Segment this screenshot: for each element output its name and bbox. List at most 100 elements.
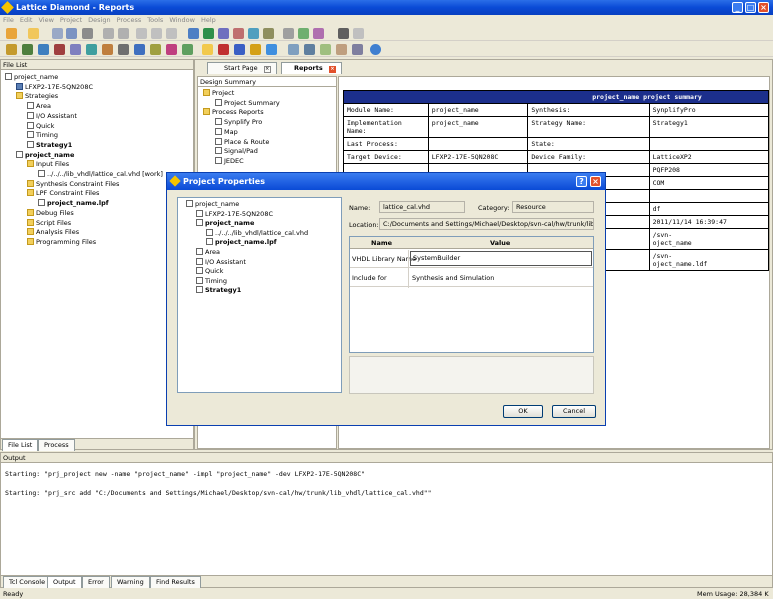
tool-f-icon[interactable] (86, 44, 97, 55)
paste-icon[interactable] (166, 28, 177, 39)
tool-g-icon[interactable] (102, 44, 113, 55)
close-button[interactable]: × (758, 2, 769, 13)
tool-b-icon[interactable] (22, 44, 33, 55)
tree-item[interactable]: Debug Files (27, 208, 74, 218)
tree-item[interactable]: project_name (5, 73, 58, 82)
tab-warning[interactable]: Warning (111, 576, 150, 588)
tool-t-icon[interactable] (320, 44, 331, 55)
tool-n-icon[interactable] (218, 44, 229, 55)
menu-window[interactable]: Window (166, 15, 198, 25)
tree-item[interactable]: Quick (196, 267, 223, 276)
tool-h-icon[interactable] (118, 44, 129, 55)
tab-tcl-console[interactable]: Tcl Console (3, 576, 52, 588)
menu-file[interactable]: File (0, 15, 17, 25)
tree-item[interactable]: Strategy1 (27, 140, 72, 150)
tool-l-icon[interactable] (182, 44, 193, 55)
redo-icon[interactable] (118, 28, 129, 39)
tree-item[interactable]: Timing (196, 276, 227, 286)
tab-close-icon[interactable]: × (263, 66, 271, 73)
cancel-button[interactable]: Cancel (552, 405, 596, 418)
tab-close-icon[interactable]: × (328, 66, 336, 73)
tree-item[interactable]: project_name (196, 219, 254, 228)
tree-item[interactable]: Input Files (27, 160, 69, 169)
tool-j-icon[interactable] (150, 44, 161, 55)
tree-item[interactable]: LPF Constraint Files (27, 189, 99, 198)
tree-item[interactable]: LFXP2-17E-5QN208C (16, 82, 93, 92)
tree-item[interactable]: Project (203, 89, 234, 98)
menu-edit[interactable]: Edit (17, 15, 36, 25)
find-icon[interactable] (203, 28, 214, 39)
tool-c-icon[interactable] (38, 44, 49, 55)
copy-icon[interactable] (151, 28, 162, 39)
tree-item[interactable]: Project Summary (215, 98, 280, 108)
zoom-out-icon[interactable] (233, 28, 244, 39)
tab-output[interactable]: Output (47, 576, 82, 588)
tree-item[interactable]: Area (27, 102, 51, 111)
menu-help[interactable]: Help (198, 15, 219, 25)
tree-item[interactable]: Programming Files (27, 237, 96, 247)
tool-r-icon[interactable] (288, 44, 299, 55)
tool-u-icon[interactable] (336, 44, 347, 55)
tab-error[interactable]: Error (82, 576, 110, 588)
include-for-value[interactable]: Synthesis and Simulation (412, 274, 494, 282)
tab-start-page[interactable]: Start Page × (207, 62, 277, 74)
menu-design[interactable]: Design (85, 15, 113, 25)
save-all-icon[interactable] (66, 28, 77, 39)
open-icon[interactable] (28, 28, 39, 39)
tree-item[interactable]: Area (196, 248, 220, 257)
tree-item[interactable]: Script Files (27, 218, 71, 228)
tool-k-icon[interactable] (166, 44, 177, 55)
tree-item[interactable]: ../../../lib_vhdl/lattice_cal.vhd (206, 228, 308, 238)
tree-item[interactable]: I/O Assistant (196, 257, 246, 267)
vhdl-library-input[interactable]: SystemBuilder (410, 251, 592, 266)
dialog-close-button[interactable]: × (590, 176, 601, 187)
tree-item[interactable]: Quick (27, 121, 54, 131)
tree-item[interactable]: Strategy1 (196, 286, 241, 295)
menu-view[interactable]: View (35, 15, 56, 25)
minimize-button[interactable]: _ (732, 2, 743, 13)
tree-item[interactable]: Map (215, 127, 238, 137)
menu-project[interactable]: Project (57, 15, 85, 25)
tool-i-icon[interactable] (134, 44, 145, 55)
menu-tools[interactable]: Tools (144, 15, 166, 25)
zoom-area-icon[interactable] (263, 28, 274, 39)
tool-v-icon[interactable] (352, 44, 363, 55)
network-icon[interactable] (338, 28, 349, 39)
new-icon[interactable] (6, 28, 17, 39)
tree-item[interactable]: project_name (16, 150, 74, 160)
tool-p-icon[interactable] (250, 44, 261, 55)
tree-item[interactable]: project_name.lpf (206, 238, 277, 247)
tree-item[interactable]: LFXP2-17E-5QN208C (196, 209, 273, 219)
tool-m-icon[interactable] (202, 44, 213, 55)
tool-q-icon[interactable] (266, 44, 277, 55)
tool-a-icon[interactable] (6, 44, 17, 55)
tree-item[interactable]: Process Reports (203, 108, 264, 117)
maximize-button[interactable]: □ (745, 2, 756, 13)
tree-item[interactable]: Place & Route (215, 137, 269, 147)
undo-icon[interactable] (103, 28, 114, 39)
tree-item[interactable]: Timing (27, 131, 58, 140)
tree-item[interactable]: I/O Assistant (27, 111, 77, 121)
tree-item[interactable]: Strategies (16, 92, 58, 101)
save-icon[interactable] (52, 28, 63, 39)
tool-icon[interactable] (313, 28, 324, 39)
project-icon[interactable] (188, 28, 199, 39)
tree-item[interactable]: Analysis Files (27, 228, 79, 237)
grid-icon[interactable] (298, 28, 309, 39)
tree-item[interactable]: Synplify Pro (215, 118, 262, 127)
tool-d-icon[interactable] (54, 44, 65, 55)
tree-item[interactable]: JEDEC (215, 156, 244, 166)
menu-process[interactable]: Process (114, 15, 145, 25)
tree-item[interactable]: ../../../lib_vhdl/lattice_cal.vhd [work] (38, 170, 163, 179)
zoom-icon[interactable] (218, 28, 229, 39)
tree-item[interactable]: Synthesis Constraint Files (27, 179, 119, 189)
tree-item[interactable]: project_name (186, 200, 239, 209)
tool-e-icon[interactable] (70, 44, 81, 55)
zoom-fit-icon[interactable] (248, 28, 259, 39)
cut-icon[interactable] (136, 28, 147, 39)
tab-find-results[interactable]: Find Results (150, 576, 201, 588)
help-icon[interactable] (370, 44, 381, 55)
tab-process[interactable]: Process (38, 439, 75, 451)
ok-button[interactable]: OK (503, 405, 543, 418)
tree-item[interactable]: project_name.lpf (38, 199, 109, 208)
